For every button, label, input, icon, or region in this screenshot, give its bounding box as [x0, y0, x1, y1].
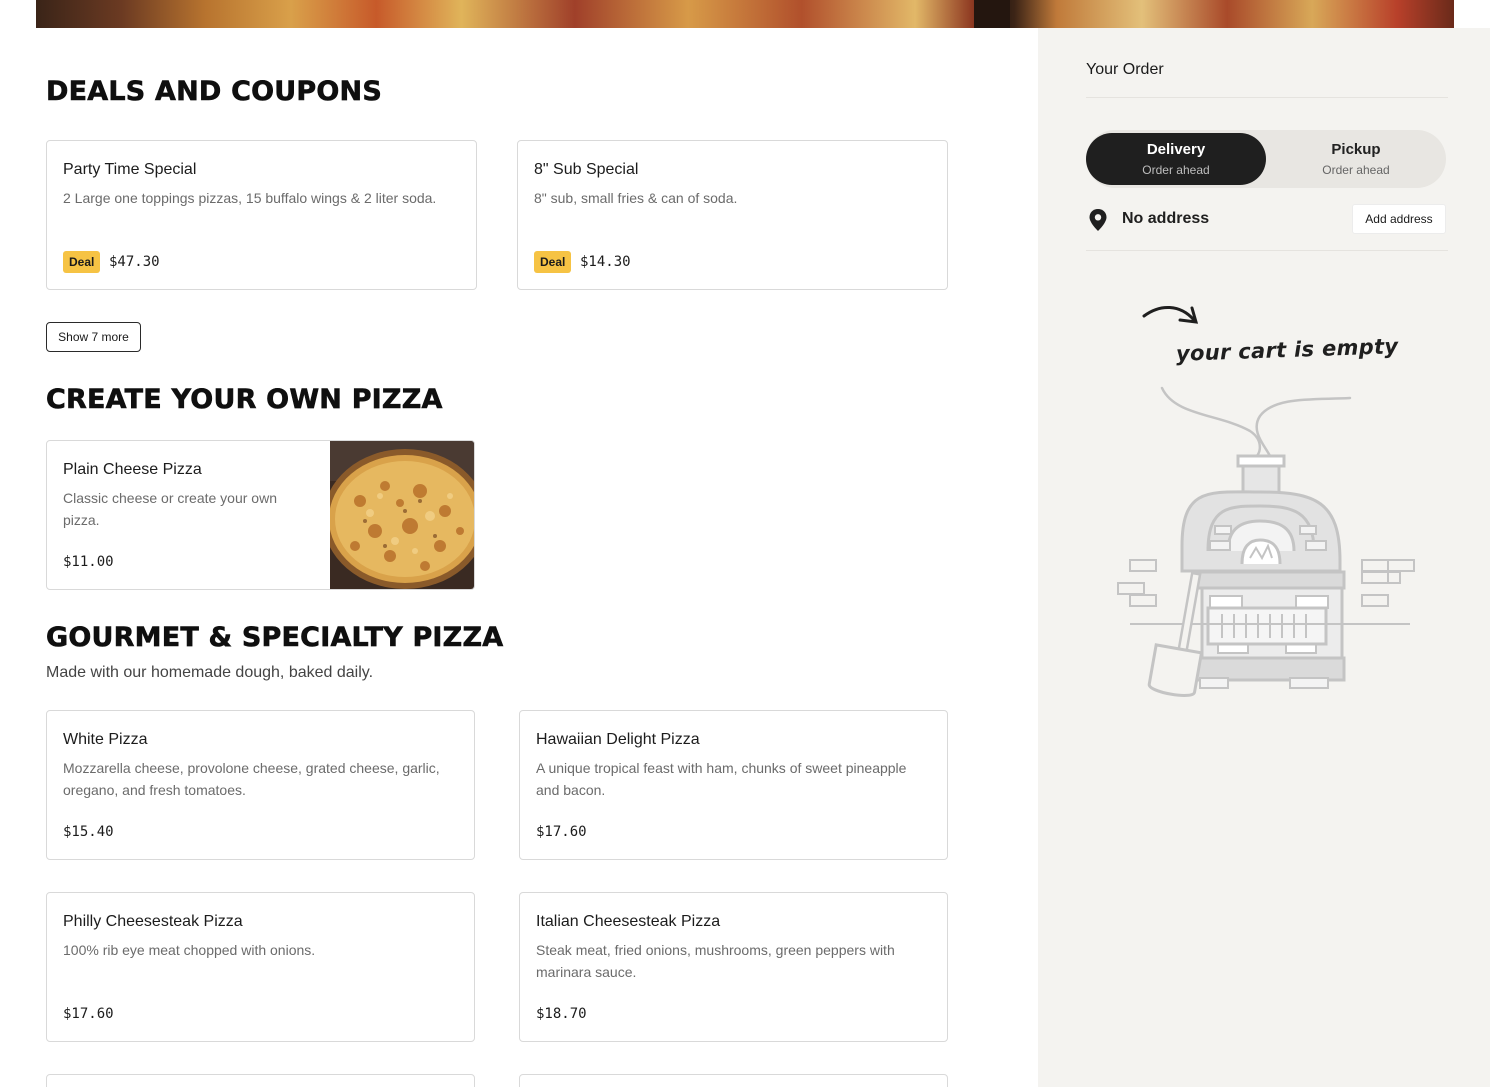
item-price: $17.60 — [536, 824, 587, 840]
hero-banner-image — [36, 0, 1454, 28]
item-name: Plain Cheese Pizza — [63, 461, 202, 478]
delivery-option[interactable]: Delivery Order ahead — [1086, 133, 1266, 185]
deal-name: Party Time Special — [63, 161, 197, 178]
item-price: $15.40 — [63, 824, 114, 840]
divider — [1086, 250, 1448, 251]
item-description: 100% rib eye meat chopped with onions. — [63, 942, 316, 958]
show-more-button[interactable]: Show 7 more — [46, 322, 141, 352]
menu-item-card[interactable] — [46, 1074, 475, 1087]
pickup-label: Pickup — [1331, 141, 1381, 158]
deal-card[interactable]: 8" Sub Special 8" sub, small fries & can… — [517, 140, 948, 290]
item-price: $17.60 — [63, 1006, 114, 1022]
deal-description: 8" sub, small fries & can of soda. — [534, 190, 738, 206]
item-description: Steak meat, fried onions, mushrooms, gre… — [536, 942, 895, 980]
item-name: White Pizza — [63, 731, 148, 748]
curved-arrow-icon — [1142, 306, 1199, 324]
address-text: No address — [1122, 210, 1210, 227]
map-pin-icon — [1089, 209, 1107, 231]
delivery-label: Delivery — [1146, 141, 1206, 158]
deal-badge: Deal — [534, 251, 572, 273]
item-name: Italian Cheesesteak Pizza — [536, 913, 721, 930]
order-mode-toggle[interactable]: Delivery Order ahead Pickup Order ahead — [1086, 130, 1446, 188]
deal-name: 8" Sub Special — [534, 161, 639, 178]
section-title-deals: DEALS AND COUPONS — [46, 76, 382, 108]
item-price: $18.70 — [536, 1006, 587, 1022]
menu-item-card[interactable]: Philly Cheesesteak Pizza 100% rib eye me… — [46, 892, 475, 1042]
item-name: Philly Cheesesteak Pizza — [63, 913, 243, 930]
order-title: Your Order — [1086, 61, 1164, 78]
menu-item-card[interactable] — [519, 1074, 948, 1087]
item-description: Mozzarella cheese, provolone cheese, gra… — [63, 760, 440, 798]
deal-card[interactable]: Party Time Special 2 Large one toppings … — [46, 140, 477, 290]
menu-item-card[interactable]: Italian Cheesesteak Pizza Steak meat, fr… — [519, 892, 948, 1042]
pickup-sublabel: Order ahead — [1322, 163, 1390, 177]
deal-price: $14.30 — [580, 254, 631, 270]
add-address-button[interactable]: Add address — [1352, 204, 1446, 234]
item-price: $11.00 — [63, 554, 114, 570]
deal-description: 2 Large one toppings pizzas, 15 buffalo … — [63, 190, 437, 206]
menu-item-card[interactable]: Plain Cheese Pizza Classic cheese or cre… — [46, 440, 475, 590]
item-description: Classic cheese or create your own pizza. — [63, 490, 277, 528]
menu-item-card[interactable]: Hawaiian Delight Pizza A unique tropical… — [519, 710, 948, 860]
section-title-create: CREATE YOUR OWN PIZZA — [46, 384, 443, 416]
item-name: Hawaiian Delight Pizza — [536, 731, 700, 748]
divider — [1086, 97, 1448, 98]
section-title-gourmet: GOURMET & SPECIALTY PIZZA — [46, 622, 504, 654]
item-description: A unique tropical feast with ham, chunks… — [536, 760, 907, 798]
menu-item-card[interactable]: White Pizza Mozzarella cheese, provolone… — [46, 710, 475, 860]
pizza-photo — [330, 441, 474, 589]
deal-badge: Deal — [63, 251, 101, 273]
deal-price: $47.30 — [109, 254, 160, 270]
delivery-sublabel: Order ahead — [1142, 163, 1210, 177]
pickup-option[interactable]: Pickup Order ahead — [1266, 133, 1446, 185]
section-subtitle-gourmet: Made with our homemade dough, baked dail… — [46, 664, 374, 681]
